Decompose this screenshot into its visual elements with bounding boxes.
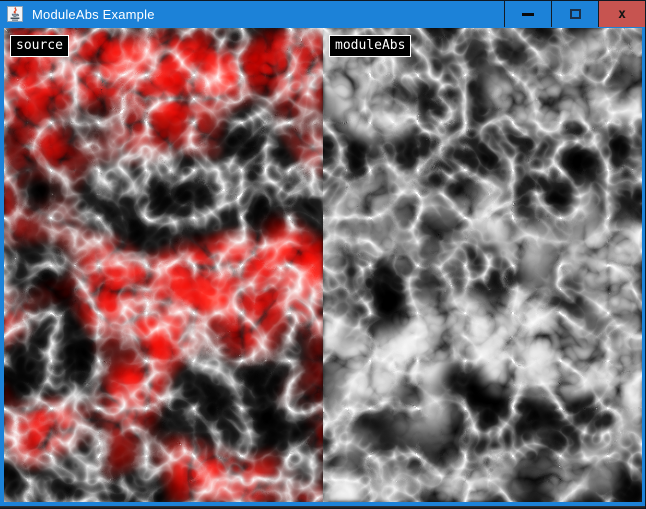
panel-source: source: [4, 28, 323, 502]
source-image: [4, 28, 323, 502]
window-title: ModuleAbs Example: [32, 7, 155, 22]
maximize-icon: [570, 9, 581, 19]
close-icon: x: [618, 8, 626, 21]
source-label: source: [10, 35, 69, 57]
close-button[interactable]: x: [598, 1, 645, 27]
titlebar[interactable]: ModuleAbs Example x: [0, 1, 645, 27]
content-area: source: [0, 28, 645, 502]
minimize-icon: [522, 13, 534, 16]
minimize-button[interactable]: [504, 1, 551, 27]
moduleabs-label: moduleAbs: [329, 35, 411, 57]
moduleabs-image: [323, 28, 642, 502]
app-window: ModuleAbs Example x: [0, 0, 646, 509]
window-controls: x: [504, 1, 645, 27]
java-coffee-cup-icon[interactable]: [7, 6, 23, 22]
panel-moduleabs: moduleAbs: [323, 28, 642, 502]
maximize-button[interactable]: [551, 1, 598, 27]
